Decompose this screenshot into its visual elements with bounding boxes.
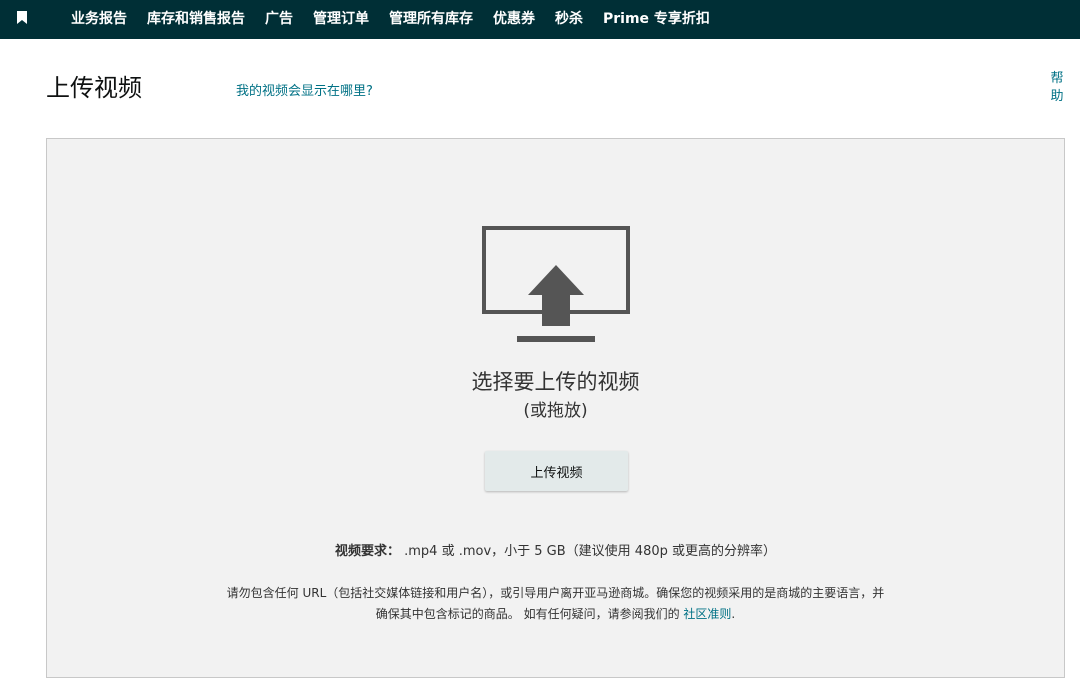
choose-video-text: 选择要上传的视频	[471, 370, 640, 394]
top-navigation-bar: 业务报告 库存和销售报告 广告 管理订单 管理所有库存 优惠券 秒杀 Prime…	[0, 0, 1080, 39]
nav-item-lightning-deals[interactable]: 秒杀	[545, 0, 593, 39]
upload-video-button[interactable]: 上传视频	[485, 451, 628, 491]
nav-item-manage-inventory[interactable]: 管理所有库存	[379, 0, 483, 39]
community-guidelines-link[interactable]: 社区准则	[683, 607, 731, 621]
guidelines-line-1: 请勿包含任何 URL（包括社交媒体链接和用户名），或引导用户离开亚马逊商城。确保…	[226, 586, 885, 600]
guidelines-line-2: 确保其中包含标记的商品。 如有任何疑问，请参阅我们的	[375, 607, 684, 621]
nav-item-manage-orders[interactable]: 管理订单	[303, 0, 379, 39]
nav-item-prime-discounts[interactable]: Prime 专享折扣	[593, 0, 720, 39]
nav-menu: 业务报告 库存和销售报告 广告 管理订单 管理所有库存 优惠券 秒杀 Prime…	[61, 0, 720, 39]
monitor-upload-icon	[482, 226, 630, 342]
nav-item-coupons[interactable]: 优惠券	[483, 0, 545, 39]
upload-drop-zone[interactable]: 选择要上传的视频 (或拖放) 上传视频 视频要求： .mp4 或 .mov，小于…	[46, 138, 1065, 678]
bookmark-icon[interactable]	[17, 11, 27, 24]
where-videos-appear-link[interactable]: 我的视频会显示在哪里?	[236, 80, 373, 99]
drag-drop-hint: (或拖放)	[523, 401, 588, 421]
video-requirements: 视频要求： .mp4 或 .mov，小于 5 GB（建议使用 480p 或更高的…	[47, 540, 1064, 559]
guidelines-end: .	[731, 607, 736, 621]
nav-item-inventory-sales-reports[interactable]: 库存和销售报告	[137, 0, 255, 39]
requirements-label: 视频要求：	[334, 544, 400, 559]
nav-item-business-reports[interactable]: 业务报告	[61, 0, 137, 39]
requirements-text: .mp4 或 .mov，小于 5 GB（建议使用 480p 或更高的分辨率）	[399, 544, 777, 559]
help-link[interactable]: 帮助	[1049, 70, 1065, 106]
page-title: 上传视频	[46, 74, 142, 102]
content-guidelines: 请勿包含任何 URL（包括社交媒体链接和用户名），或引导用户离开亚马逊商城。确保…	[167, 583, 944, 625]
nav-item-advertising[interactable]: 广告	[255, 0, 303, 39]
